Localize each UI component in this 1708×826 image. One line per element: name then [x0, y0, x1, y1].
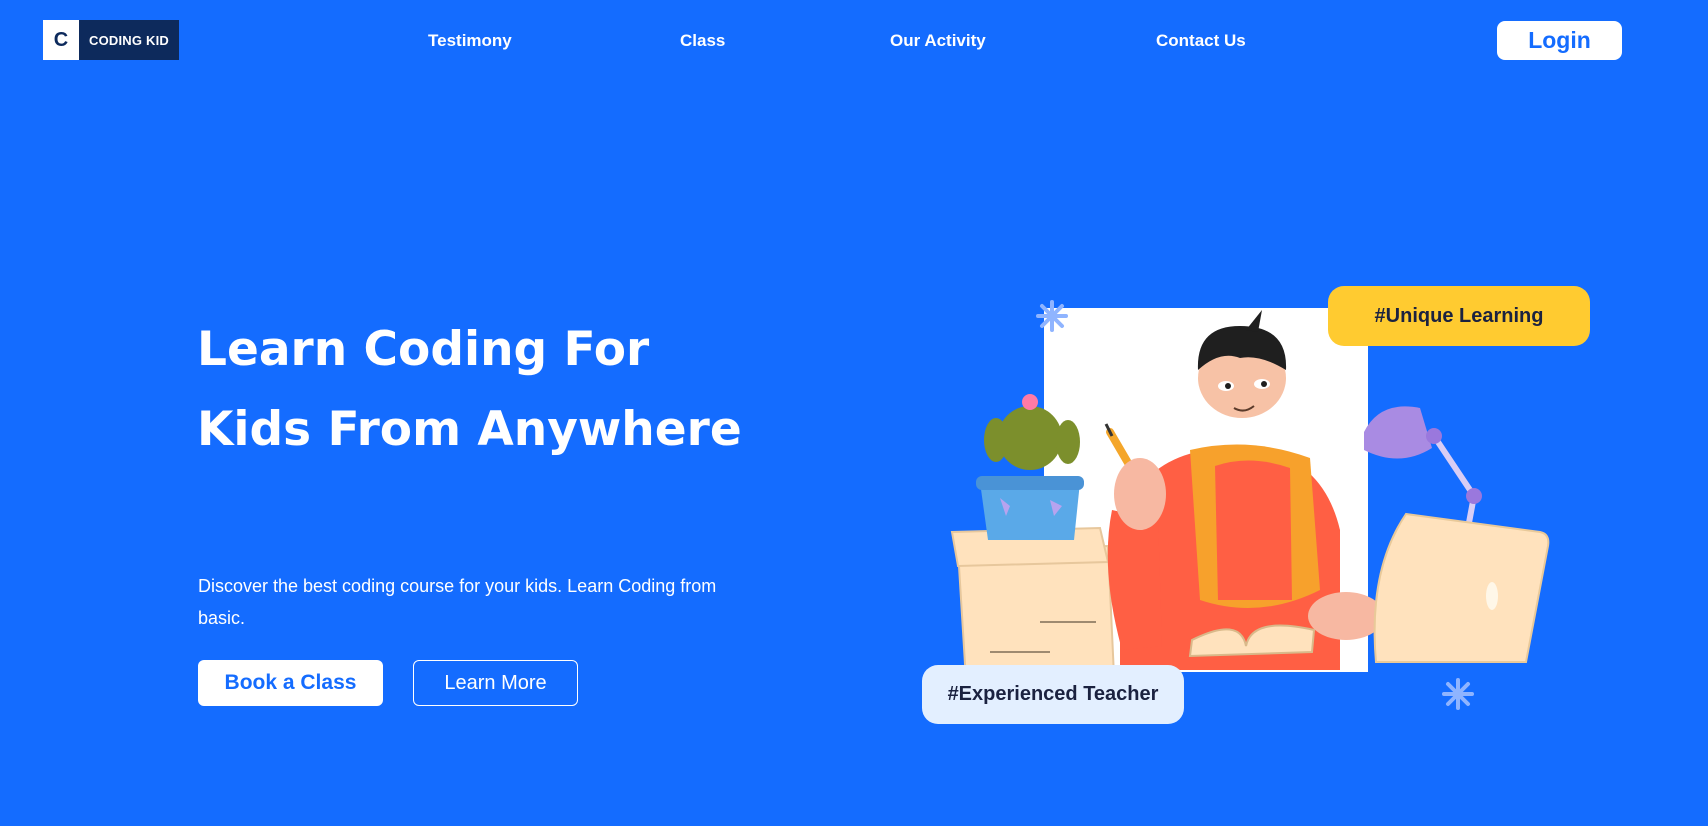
sparkle-icon — [1442, 678, 1474, 710]
landing-page: C CODING KID Testimony Class Our Activit… — [0, 0, 1708, 826]
learn-more-button[interactable]: Learn More — [413, 660, 578, 706]
hero-title: Learn Coding For Kids From Anywhere — [197, 322, 742, 457]
logo[interactable]: C CODING KID — [43, 20, 179, 60]
laptop — [1373, 512, 1550, 663]
logo-mark: C — [43, 20, 79, 60]
nav-link-contact-us[interactable]: Contact Us — [1156, 31, 1246, 51]
logo-text: CODING KID — [79, 20, 179, 60]
badge-experienced-teacher: #Experienced Teacher — [922, 665, 1184, 724]
login-button[interactable]: Login — [1497, 21, 1622, 60]
sparkle-icon — [1036, 300, 1068, 332]
book-class-button[interactable]: Book a Class — [198, 660, 383, 706]
paper-stack — [950, 526, 1116, 682]
nav-link-our-activity[interactable]: Our Activity — [890, 31, 986, 51]
nav-link-class[interactable]: Class — [680, 31, 725, 51]
nav-link-testimony[interactable]: Testimony — [428, 31, 512, 51]
hero-subtitle: Discover the best coding course for your… — [198, 576, 717, 628]
badge-unique-learning: #Unique Learning — [1328, 286, 1590, 346]
